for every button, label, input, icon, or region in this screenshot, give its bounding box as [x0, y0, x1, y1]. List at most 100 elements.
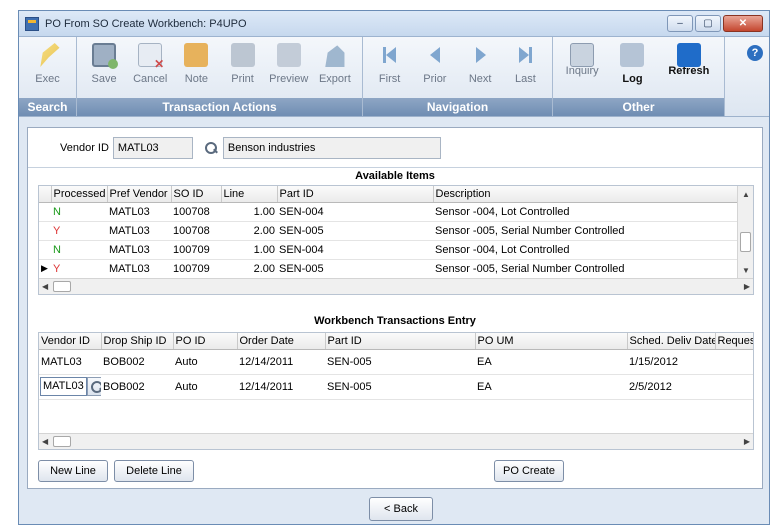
order-date-cell[interactable]: 12/14/2011	[237, 349, 325, 375]
close-button[interactable]: ✕	[723, 15, 763, 32]
scroll-down-icon[interactable]: ▼	[742, 266, 750, 275]
processed-cell[interactable]: Y	[51, 221, 107, 241]
drop-ship-cell[interactable]: BOB002	[101, 349, 173, 375]
table-row-editing[interactable]: MATL03 BOB002 Auto 12/14/2011 SEN-005 EA…	[39, 374, 753, 400]
processed-cell[interactable]: N	[51, 240, 107, 260]
col-description[interactable]: Description	[433, 186, 740, 203]
line-cell[interactable]: 1.00	[221, 202, 277, 222]
inquiry-button[interactable]: Inquiry	[563, 43, 601, 98]
col-so-id[interactable]: SO ID	[171, 186, 222, 203]
description-cell[interactable]: Sensor -005, Serial Number Controlled	[433, 221, 739, 241]
export-button[interactable]: Export	[316, 43, 354, 98]
vendor-input[interactable]: MATL03	[40, 377, 87, 396]
help-icon[interactable]: ?	[747, 45, 763, 61]
drop-ship-cell[interactable]: BOB002	[101, 374, 173, 400]
so-id-cell[interactable]: 100709	[171, 240, 221, 260]
vendor-cell[interactable]: MATL03	[39, 349, 101, 375]
col-part-id[interactable]: Part ID	[277, 186, 434, 203]
hscroll-thumb[interactable]	[53, 281, 71, 292]
table-row-selected[interactable]: ▶ Y MATL03 100709 2.00 SEN-005 Sensor -0…	[39, 259, 739, 279]
um-cell[interactable]: EA	[475, 349, 627, 375]
col-part-id[interactable]: Part ID	[325, 333, 476, 350]
vscroll-thumb[interactable]	[740, 232, 751, 252]
prior-button[interactable]: Prior	[416, 43, 454, 98]
so-id-cell[interactable]: 100709	[171, 259, 221, 279]
hscroll-thumb[interactable]	[53, 436, 71, 447]
last-button[interactable]: Last	[506, 43, 544, 98]
refresh-button[interactable]: Refresh	[664, 43, 714, 98]
part-cell[interactable]: SEN-004	[277, 202, 433, 222]
available-items-vscrollbar[interactable]: ▲ ▼	[737, 186, 753, 280]
col-drop-ship-id[interactable]: Drop Ship ID	[101, 333, 174, 350]
delete-line-button[interactable]: Delete Line	[114, 460, 194, 482]
scroll-right-icon[interactable]: ▶	[744, 282, 750, 291]
cancel-button[interactable]: Cancel	[131, 43, 169, 98]
description-cell[interactable]: Sensor -004, Lot Controlled	[433, 240, 739, 260]
line-cell[interactable]: 1.00	[221, 240, 277, 260]
part-cell[interactable]: SEN-004	[277, 240, 433, 260]
table-row[interactable]: N MATL03 100709 1.00 SEN-004 Sensor -004…	[39, 240, 739, 260]
so-id-cell[interactable]: 100708	[171, 202, 221, 222]
col-order-date[interactable]: Order Date	[237, 333, 326, 350]
sched-cell[interactable]: 1/15/2012	[627, 349, 715, 375]
part-cell[interactable]: SEN-005	[277, 259, 433, 279]
log-button[interactable]: Log	[613, 43, 651, 98]
vendor-edit-cell[interactable]: MATL03	[39, 374, 101, 400]
next-button[interactable]: Next	[461, 43, 499, 98]
request-cell[interactable]	[715, 349, 753, 375]
new-line-button[interactable]: New Line	[38, 460, 108, 482]
note-button[interactable]: Note	[177, 43, 215, 98]
vendor-lookup-icon[interactable]	[203, 140, 219, 156]
part-cell[interactable]: SEN-005	[325, 374, 475, 400]
scroll-left-icon[interactable]: ◀	[42, 282, 48, 291]
scroll-left-icon[interactable]: ◀	[42, 437, 48, 446]
preview-button[interactable]: Preview	[269, 43, 308, 98]
vendor-cell[interactable]: MATL03	[107, 259, 171, 279]
um-cell[interactable]: EA	[475, 374, 627, 400]
scroll-up-icon[interactable]: ▲	[742, 190, 750, 199]
part-cell[interactable]: SEN-005	[325, 349, 475, 375]
scroll-right-icon[interactable]: ▶	[744, 437, 750, 446]
col-po-um[interactable]: PO UM	[475, 333, 628, 350]
processed-cell[interactable]: N	[51, 202, 107, 222]
exec-button[interactable]: Exec	[29, 43, 67, 98]
col-line[interactable]: Line	[221, 186, 278, 203]
line-cell[interactable]: 2.00	[221, 221, 277, 241]
minimize-button[interactable]: –	[667, 15, 693, 32]
workbench-hscrollbar[interactable]: ◀ ▶	[39, 433, 753, 449]
table-row[interactable]: MATL03 BOB002 Auto 12/14/2011 SEN-005 EA…	[39, 349, 753, 375]
last-label: Last	[514, 73, 536, 85]
processed-cell[interactable]: Y	[51, 259, 107, 279]
transaction-actions-group: Save Cancel Note Print Preview	[77, 37, 363, 116]
col-po-id[interactable]: PO ID	[173, 333, 238, 350]
table-row[interactable]: N MATL03 100708 1.00 SEN-004 Sensor -004…	[39, 202, 739, 222]
col-vendor-id[interactable]: Vendor ID	[39, 333, 102, 350]
sched-cell[interactable]: 2/5/2012	[627, 374, 715, 400]
col-request[interactable]: Request	[715, 333, 753, 350]
table-row[interactable]: Y MATL03 100708 2.00 SEN-005 Sensor -005…	[39, 221, 739, 241]
back-button[interactable]: < Back	[369, 497, 433, 521]
vendor-cell[interactable]: MATL03	[107, 221, 171, 241]
save-button[interactable]: Save	[85, 43, 123, 98]
request-cell[interactable]	[715, 374, 753, 400]
description-cell[interactable]: Sensor -004, Lot Controlled	[433, 202, 739, 222]
col-pref-vendor[interactable]: Pref Vendor	[107, 186, 172, 203]
vendor-lookup-button[interactable]	[86, 377, 101, 396]
order-date-cell[interactable]: 12/14/2011	[237, 374, 325, 400]
po-id-cell[interactable]: Auto	[173, 374, 237, 400]
part-cell[interactable]: SEN-005	[277, 221, 433, 241]
col-processed[interactable]: Processed	[51, 186, 108, 203]
maximize-button[interactable]: ▢	[695, 15, 721, 32]
vendor-cell[interactable]: MATL03	[107, 202, 171, 222]
print-button[interactable]: Print	[224, 43, 262, 98]
so-id-cell[interactable]: 100708	[171, 221, 221, 241]
col-sched-deliv-date[interactable]: Sched. Deliv Date	[627, 333, 716, 350]
description-cell[interactable]: Sensor -005, Serial Number Controlled	[433, 259, 739, 279]
po-create-button[interactable]: PO Create	[494, 460, 564, 482]
line-cell[interactable]: 2.00	[221, 259, 277, 279]
first-button[interactable]: First	[371, 43, 409, 98]
po-id-cell[interactable]: Auto	[173, 349, 237, 375]
vendor-id-field[interactable]: MATL03	[112, 136, 193, 159]
available-items-hscrollbar[interactable]: ◀ ▶	[39, 278, 753, 294]
vendor-cell[interactable]: MATL03	[107, 240, 171, 260]
